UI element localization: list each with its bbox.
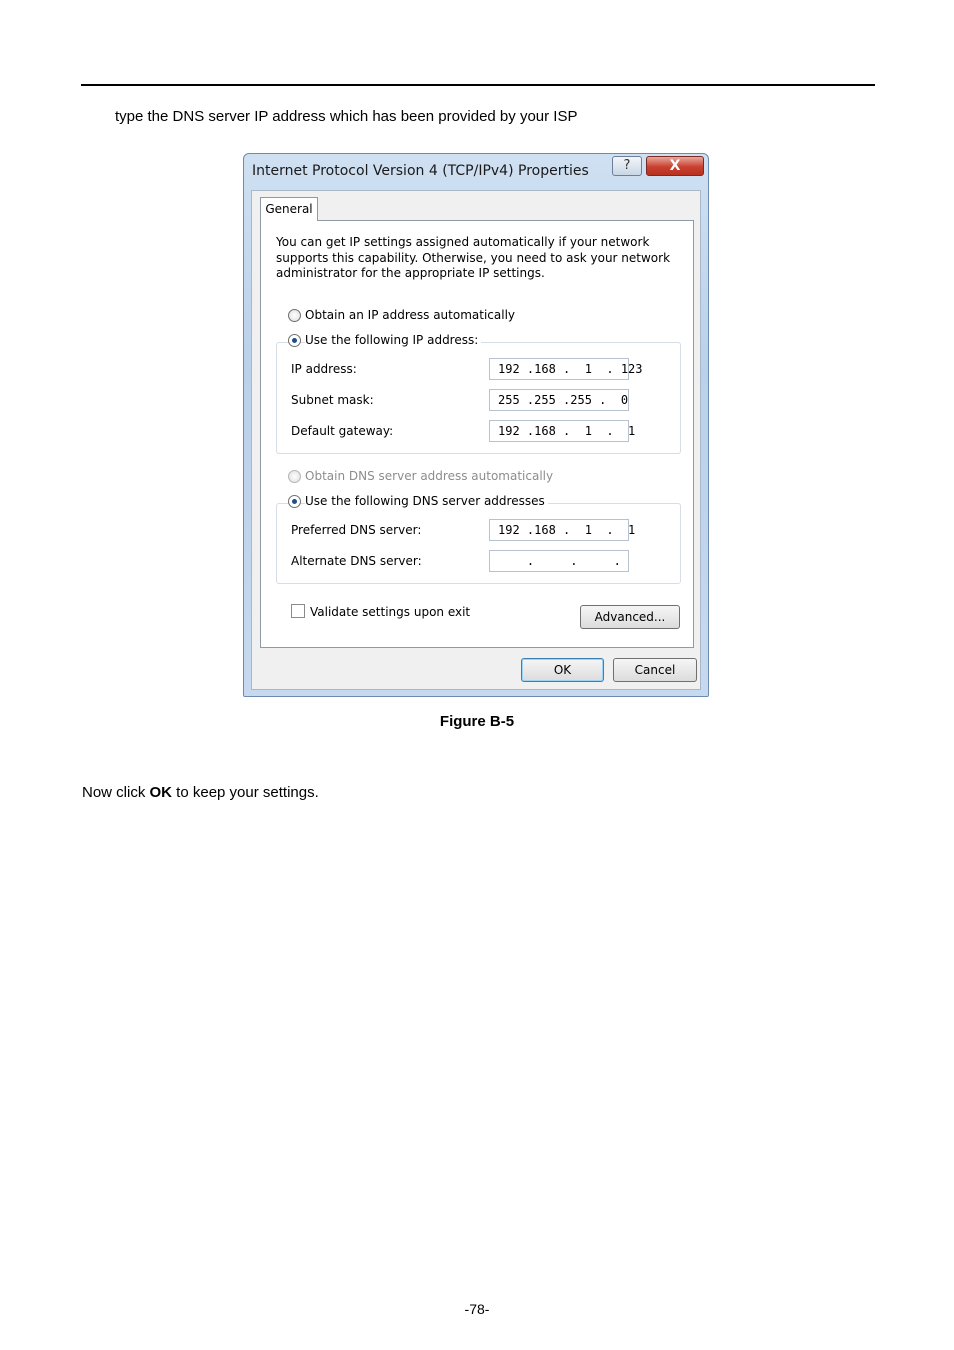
body-text-suffix: to keep your settings. <box>172 784 319 801</box>
dialog-title: Internet Protocol Version 4 (TCP/IPv4) P… <box>252 163 589 179</box>
validate-checkbox-label[interactable]: Validate settings upon exit <box>310 605 470 619</box>
radio-use-following-dns-label[interactable]: Use the following DNS server addresses <box>305 494 548 508</box>
radio-use-following-ip-label[interactable]: Use the following IP address: <box>305 333 482 347</box>
body-paragraph: Now click OK to keep your settings. <box>82 784 319 801</box>
close-button[interactable]: X <box>646 156 704 176</box>
alternate-dns-field[interactable]: . . . <box>489 550 629 572</box>
subnet-mask-field[interactable]: 255 .255 .255 . 0 <box>489 389 629 411</box>
intro-text: type the DNS server IP address which has… <box>115 108 578 125</box>
cancel-button[interactable]: Cancel <box>613 658 697 682</box>
dialog-client-area: General You can get IP settings assigned… <box>251 190 701 690</box>
tcpipv4-properties-dialog: Internet Protocol Version 4 (TCP/IPv4) P… <box>243 153 709 697</box>
radio-obtain-ip-auto-label[interactable]: Obtain an IP address automatically <box>305 308 515 322</box>
figure-caption: Figure B-5 <box>439 713 515 730</box>
validate-checkbox[interactable] <box>291 604 305 618</box>
general-tab-panel: You can get IP settings assigned automat… <box>260 220 694 648</box>
page-number: -78- <box>464 1301 490 1317</box>
header-rule <box>81 84 875 86</box>
ok-button[interactable]: OK <box>521 658 604 682</box>
body-text-prefix: Now click <box>82 784 150 801</box>
default-gateway-field[interactable]: 192 .168 . 1 . 1 <box>489 420 635 442</box>
default-gateway-label: Default gateway: <box>291 424 394 438</box>
help-button[interactable]: ? <box>612 156 642 176</box>
body-text-bold: OK <box>149 784 173 801</box>
alternate-dns-label: Alternate DNS server: <box>291 554 422 568</box>
ip-address-field[interactable]: 192 .168 . 1 . 123 <box>489 358 643 380</box>
description-text: You can get IP settings assigned automat… <box>276 235 671 280</box>
radio-use-following-dns[interactable] <box>288 495 301 508</box>
radio-use-following-ip[interactable] <box>288 334 301 347</box>
tab-general[interactable]: General <box>260 197 318 221</box>
radio-obtain-dns-auto <box>288 470 301 483</box>
preferred-dns-label: Preferred DNS server: <box>291 523 422 537</box>
subnet-mask-label: Subnet mask: <box>291 393 374 407</box>
radio-obtain-ip-auto[interactable] <box>288 309 301 322</box>
ip-address-label: IP address: <box>291 362 357 376</box>
preferred-dns-field[interactable]: 192 .168 . 1 . 1 <box>489 519 635 541</box>
radio-obtain-dns-auto-label: Obtain DNS server address automatically <box>305 469 554 483</box>
advanced-button[interactable]: Advanced... <box>580 605 680 629</box>
